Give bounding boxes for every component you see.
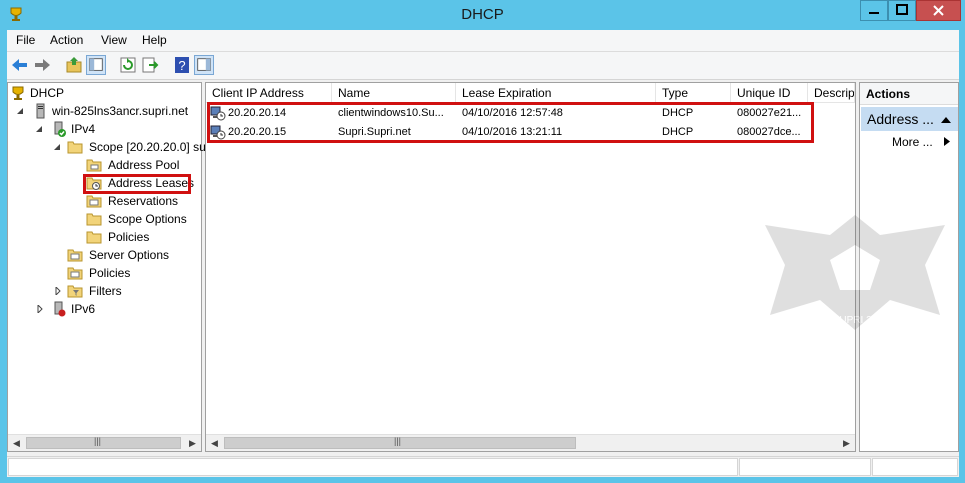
lease-rows-highlight-box bbox=[207, 102, 814, 143]
menu-file[interactable]: File bbox=[16, 33, 35, 47]
status-cell-main bbox=[8, 458, 738, 476]
lease-list: Client IP Address Name Lease Expiration … bbox=[205, 82, 856, 452]
actions-section-label: Address ... bbox=[867, 111, 934, 127]
more-actions-item[interactable]: More ... bbox=[892, 135, 950, 149]
tree-label: Filters bbox=[89, 284, 122, 298]
ipv4-check-icon bbox=[54, 121, 66, 137]
address-pool-folder-icon bbox=[86, 159, 102, 172]
expand-triangle-icon[interactable] bbox=[36, 305, 44, 313]
console-tree-icon[interactable] bbox=[86, 55, 106, 75]
close-button[interactable] bbox=[916, 0, 961, 21]
scrollbar-grip-icon: ||| bbox=[94, 436, 102, 446]
collapse-up-icon[interactable] bbox=[941, 116, 951, 123]
column-header-type[interactable]: Type bbox=[656, 83, 731, 103]
collapse-triangle-icon[interactable] bbox=[35, 125, 43, 133]
address-leases-highlight-box bbox=[83, 174, 191, 194]
menu-help[interactable]: Help bbox=[142, 33, 167, 47]
list-horizontal-scrollbar[interactable]: ◀ ||| ▶ bbox=[206, 434, 855, 451]
dhcp-trophy-icon bbox=[12, 86, 24, 100]
menu-action[interactable]: Action bbox=[50, 33, 83, 47]
collapse-triangle-icon[interactable] bbox=[16, 107, 24, 115]
refresh-icon[interactable] bbox=[118, 55, 138, 75]
tree-label: win-825lns3ancr.supri.net bbox=[52, 104, 189, 118]
actions-section-address-leases[interactable]: Address ... bbox=[861, 107, 958, 131]
tree-label: Policies bbox=[89, 266, 131, 280]
tree-label: Scope [20.20.20.0] su bbox=[89, 140, 206, 154]
tree-label: IPv4 bbox=[71, 122, 96, 136]
reservations-icon bbox=[86, 195, 102, 208]
tree-label: Policies bbox=[108, 230, 150, 244]
console-tree: DHCP win-825lns3ancr.supri.net IPv4 Scop… bbox=[7, 82, 206, 452]
filters-icon bbox=[67, 285, 83, 298]
server-options-icon bbox=[67, 249, 83, 262]
column-header-lease-expiration[interactable]: Lease Expiration bbox=[456, 83, 656, 103]
tree-label: IPv6 bbox=[71, 302, 96, 316]
scroll-left-icon[interactable]: ◀ bbox=[8, 435, 25, 452]
tree-label: Server Options bbox=[89, 248, 170, 262]
collapse-triangle-icon[interactable] bbox=[53, 143, 61, 151]
ipv6-icon bbox=[54, 301, 66, 317]
status-cell-tertiary bbox=[872, 458, 958, 476]
supri-watermark-logo: SUPRI 22 bbox=[765, 215, 945, 330]
expand-triangle-icon[interactable] bbox=[54, 287, 62, 295]
scrollbar-grip-icon: ||| bbox=[394, 436, 402, 446]
submenu-arrow-icon bbox=[944, 137, 950, 146]
tree-label: Scope Options bbox=[108, 212, 187, 226]
menu-view[interactable]: View bbox=[101, 33, 127, 47]
scroll-left-icon[interactable]: ◀ bbox=[206, 435, 223, 452]
up-folder-icon[interactable] bbox=[64, 55, 84, 75]
tree-label: Reservations bbox=[108, 194, 179, 208]
scroll-right-icon[interactable]: ▶ bbox=[838, 435, 855, 452]
svg-text:SUPRI 22: SUPRI 22 bbox=[833, 315, 878, 326]
toolbar: ? bbox=[7, 52, 959, 80]
column-header-unique-id[interactable]: Unique ID bbox=[731, 83, 808, 103]
maximize-button[interactable] bbox=[888, 0, 916, 21]
scrollbar-thumb[interactable] bbox=[26, 437, 181, 449]
column-header-description[interactable]: Descrip bbox=[808, 83, 855, 103]
actions-header: Actions bbox=[860, 83, 958, 105]
column-header-name[interactable]: Name bbox=[332, 83, 456, 103]
svg-text:?: ? bbox=[178, 58, 185, 73]
tree-label: Address Pool bbox=[108, 158, 180, 172]
back-arrow-icon[interactable] bbox=[10, 55, 30, 75]
window-title: DHCP bbox=[461, 6, 504, 23]
scroll-right-icon[interactable]: ▶ bbox=[184, 435, 201, 452]
tree-label: DHCP bbox=[30, 86, 65, 100]
status-bar bbox=[7, 456, 959, 476]
minimize-button[interactable] bbox=[860, 0, 888, 21]
status-cell-secondary bbox=[739, 458, 871, 476]
title-bar: DHCP bbox=[0, 0, 965, 30]
export-list-icon[interactable] bbox=[140, 55, 160, 75]
tree-horizontal-scrollbar[interactable]: ◀ ||| ▶ bbox=[8, 434, 201, 451]
folder-icon bbox=[86, 213, 102, 226]
help-icon[interactable]: ? bbox=[172, 55, 192, 75]
folder-icon bbox=[86, 231, 102, 244]
policies-icon bbox=[67, 267, 83, 280]
more-actions-label: More ... bbox=[892, 135, 933, 149]
folder-icon bbox=[67, 141, 83, 154]
action-pane-icon[interactable] bbox=[194, 55, 214, 75]
column-header-client-ip[interactable]: Client IP Address bbox=[206, 83, 332, 103]
server-icon bbox=[36, 103, 45, 119]
forward-arrow-icon[interactable] bbox=[32, 55, 52, 75]
menu-bar: File Action View Help bbox=[7, 30, 959, 52]
